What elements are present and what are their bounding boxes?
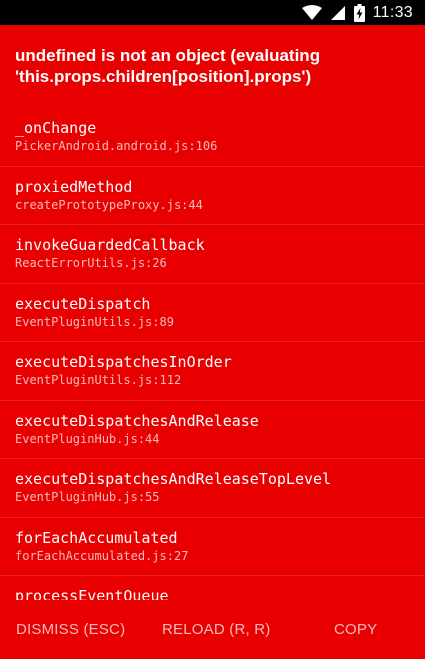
frame-method: invokeGuardedCallback: [15, 236, 205, 254]
frame-file: PickerAndroid.android.js:106: [15, 139, 218, 153]
frame-file: EventPluginUtils.js:112: [15, 373, 182, 387]
wifi-icon: [301, 4, 322, 21]
stack-frame[interactable]: proxiedMethod createPrototypeProxy.js:44: [0, 167, 425, 225]
stack-frame[interactable]: executeDispatchesAndReleaseTopLevel Event…: [0, 459, 425, 518]
error-title: undefined is not an object (evaluating '…: [15, 46, 321, 86]
stack-frame[interactable]: _onChange PickerAndroid.android.js:106: [0, 108, 425, 167]
stack-frame[interactable]: executeDispatchesAndRelease EventPluginHu…: [0, 401, 425, 459]
frame-method: _onChange: [15, 119, 97, 137]
frame-method: forEachAccumulated: [15, 528, 178, 547]
status-bar: 11:33: [0, 0, 425, 25]
reload-button[interactable]: RELOAD (R, R): [162, 621, 270, 638]
stack-frame[interactable]: executeDispatchesInOrder EventPluginUtils…: [0, 342, 425, 401]
battery-charging-icon: [353, 3, 365, 22]
frame-method: executeDispatchesAndReleaseTopLevel: [15, 470, 332, 488]
signal-icon: [330, 5, 346, 21]
stack-frame[interactable]: processEventQueue: [0, 576, 425, 600]
dismiss-button[interactable]: DISMISS (ESC): [16, 621, 125, 638]
frame-file: EventPluginHub.js:44: [15, 431, 160, 446]
frame-file: EventPluginUtils.js:89: [15, 314, 174, 329]
frame-method: executeDispatchesInOrder: [15, 353, 232, 371]
frame-method: executeDispatchesAndRelease: [15, 411, 259, 430]
stack-frame[interactable]: forEachAccumulated forEachAccumulated.js:…: [0, 518, 425, 576]
frame-method: processEventQueue: [15, 587, 169, 600]
frame-file: EventPluginHub.js:55: [15, 490, 160, 504]
copy-button[interactable]: COPY: [334, 621, 377, 638]
status-time: 11:33: [372, 3, 413, 21]
frame-method: executeDispatch: [15, 294, 151, 313]
stack-trace-list[interactable]: _onChange PickerAndroid.android.js:106 pro…: [0, 108, 425, 600]
frame-file: createPrototypeProxy.js:44: [15, 197, 203, 212]
stack-frame[interactable]: invokeGuardedCallback ReactErrorUtils.js:…: [0, 225, 425, 284]
stack-frame[interactable]: executeDispatch EventPluginUtils.js:89: [0, 284, 425, 342]
frame-file: forEachAccumulated.js:27: [15, 548, 189, 563]
button-bar: DISMISS (ESC) RELOAD (R, R) COPY: [0, 600, 425, 659]
frame-file: ReactErrorUtils.js:26: [15, 256, 167, 270]
frame-method: proxiedMethod: [15, 177, 133, 196]
